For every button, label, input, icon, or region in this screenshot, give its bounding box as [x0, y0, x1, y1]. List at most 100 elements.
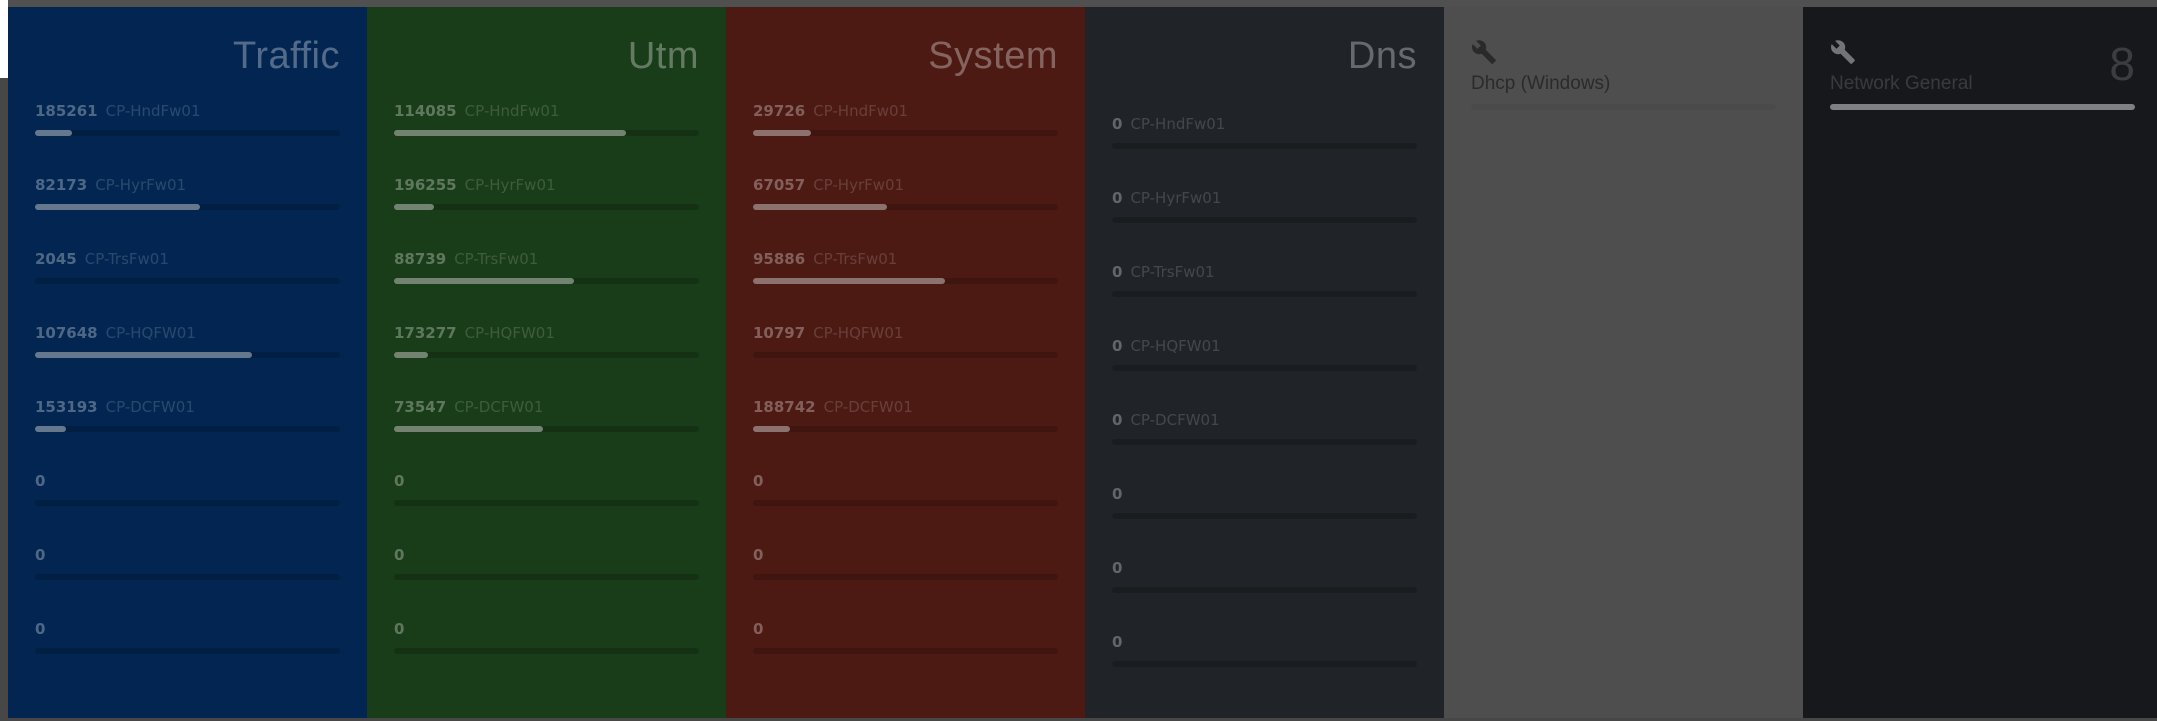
row-text: 107648 CP-HQFW01	[35, 323, 340, 343]
row-host-name: CP-TrsFw01	[813, 250, 898, 268]
dashboard-page: Traffic 185261 CP-HndFw01 82173 CP-HyrFw01 2…	[0, 0, 2157, 721]
dns-panel[interactable]: Dns 0 CP-HndFw01 0 CP-HyrFw01 0 CP-TrsFw01 0 CP…	[1085, 7, 1444, 718]
system-panel-title: System	[928, 35, 1058, 77]
row-value: 0	[1112, 115, 1123, 133]
list-item[interactable]: 0	[1112, 632, 1417, 706]
row-host-name: CP-HQFW01	[813, 324, 904, 342]
list-item[interactable]: 153193 CP-DCFW01	[35, 397, 340, 471]
row-value: 67057	[753, 176, 806, 194]
list-item[interactable]: 196255 CP-HyrFw01	[394, 175, 699, 249]
network-general-label: Network General	[1830, 73, 1973, 94]
list-item[interactable]: 107648 CP-HQFW01	[35, 323, 340, 397]
row-host-name: CP-HQFW01	[1130, 337, 1221, 355]
list-item[interactable]: 188742 CP-DCFW01	[753, 397, 1058, 471]
list-item[interactable]: 82173 CP-HyrFw01	[35, 175, 340, 249]
row-text: 0 CP-HyrFw01	[1112, 188, 1417, 208]
list-item[interactable]: 0 CP-DCFW01	[1112, 410, 1417, 484]
progress-bar	[394, 352, 699, 358]
network-general-tile[interactable]: 8 Network General	[1803, 7, 2157, 718]
list-item[interactable]: 0	[1112, 558, 1417, 632]
row-value: 0	[1112, 485, 1123, 503]
progress-bar	[394, 648, 699, 654]
list-item[interactable]: 67057 CP-HyrFw01	[753, 175, 1058, 249]
list-item[interactable]: 173277 CP-HQFW01	[394, 323, 699, 397]
utm-panel-title: Utm	[627, 35, 699, 77]
row-value: 82173	[35, 176, 88, 194]
list-item[interactable]: 0	[35, 545, 340, 619]
list-item[interactable]: 29726 CP-HndFw01	[753, 101, 1058, 175]
row-value: 0	[1112, 633, 1123, 651]
dhcp-tile[interactable]: Dhcp (Windows)	[1444, 7, 1803, 718]
list-item[interactable]: 0 CP-TrsFw01	[1112, 262, 1417, 336]
row-host-name: CP-HndFw01	[1130, 115, 1226, 133]
row-host-name: CP-HyrFw01	[95, 176, 187, 194]
row-value: 2045	[35, 250, 77, 268]
progress-bar	[35, 130, 340, 136]
list-item[interactable]: 0	[35, 619, 340, 693]
row-value: 0	[35, 472, 46, 490]
list-item[interactable]: 114085 CP-HndFw01	[394, 101, 699, 175]
row-text: 188742 CP-DCFW01	[753, 397, 1058, 417]
utm-panel[interactable]: Utm 114085 CP-HndFw01 196255 CP-HyrFw01 8873…	[367, 7, 726, 718]
row-value: 0	[394, 472, 405, 490]
row-value: 0	[35, 546, 46, 564]
list-item[interactable]: 0	[394, 545, 699, 619]
progress-bar	[1112, 587, 1417, 593]
corner-edge	[0, 0, 8, 78]
system-panel[interactable]: System 29726 CP-HndFw01 67057 CP-HyrFw01 958…	[726, 7, 1085, 718]
progress-bar	[35, 648, 340, 654]
row-text: 0	[753, 471, 1058, 491]
list-item[interactable]: 0	[1112, 484, 1417, 558]
list-item[interactable]: 0	[753, 619, 1058, 693]
progress-bar	[394, 574, 699, 580]
list-item[interactable]: 0	[753, 471, 1058, 545]
row-value: 0	[753, 546, 764, 564]
list-item[interactable]: 88739 CP-TrsFw01	[394, 249, 699, 323]
progress-bar	[1112, 143, 1417, 149]
list-item[interactable]: 73547 CP-DCFW01	[394, 397, 699, 471]
list-item[interactable]: 0 CP-HQFW01	[1112, 336, 1417, 410]
traffic-panel[interactable]: Traffic 185261 CP-HndFw01 82173 CP-HyrFw01 2…	[8, 7, 367, 718]
list-item[interactable]: 10797 CP-HQFW01	[753, 323, 1058, 397]
row-text: 2045 CP-TrsFw01	[35, 249, 340, 269]
list-item[interactable]: 0	[753, 545, 1058, 619]
progress-bar-fill	[394, 204, 434, 210]
dashboard-panels: Traffic 185261 CP-HndFw01 82173 CP-HyrFw01 2…	[8, 7, 2157, 718]
progress-bar-fill	[35, 426, 66, 432]
progress-bar-fill	[35, 130, 72, 136]
row-value: 0	[753, 472, 764, 490]
progress-bar	[753, 648, 1058, 654]
row-host-name: CP-DCFW01	[823, 398, 913, 416]
progress-bar-fill	[753, 278, 946, 284]
progress-bar-fill	[35, 204, 200, 210]
row-host-name: CP-TrsFw01	[454, 250, 539, 268]
row-text: 0	[35, 619, 340, 639]
network-general-progress	[1830, 104, 2135, 110]
utm-rows: 114085 CP-HndFw01 196255 CP-HyrFw01 88739 CP-…	[394, 101, 699, 693]
list-item[interactable]: 0	[394, 471, 699, 545]
row-text: 0	[753, 545, 1058, 565]
row-host-name: CP-DCFW01	[454, 398, 544, 416]
network-general-count: 8	[2109, 38, 2135, 90]
row-text: 0	[35, 471, 340, 491]
list-item[interactable]: 0 CP-HndFw01	[1112, 114, 1417, 188]
row-value: 107648	[35, 324, 98, 342]
row-host-name: CP-HndFw01	[464, 102, 560, 120]
progress-bar	[753, 500, 1058, 506]
row-value: 88739	[394, 250, 447, 268]
row-text: 67057 CP-HyrFw01	[753, 175, 1058, 195]
progress-bar-fill	[394, 352, 428, 358]
list-item[interactable]: 95886 CP-TrsFw01	[753, 249, 1058, 323]
list-item[interactable]: 0	[394, 619, 699, 693]
progress-bar-fill	[753, 204, 888, 210]
list-item[interactable]: 0 CP-HyrFw01	[1112, 188, 1417, 262]
progress-bar	[753, 278, 1058, 284]
dns-rows: 0 CP-HndFw01 0 CP-HyrFw01 0 CP-TrsFw01 0 CP-HQF…	[1112, 114, 1417, 706]
list-item[interactable]: 2045 CP-TrsFw01	[35, 249, 340, 323]
list-item[interactable]: 185261 CP-HndFw01	[35, 101, 340, 175]
progress-bar-fill	[394, 130, 626, 136]
progress-bar	[753, 130, 1058, 136]
progress-bar-fill	[394, 278, 574, 284]
list-item[interactable]: 0	[35, 471, 340, 545]
row-text: 0	[1112, 484, 1417, 504]
